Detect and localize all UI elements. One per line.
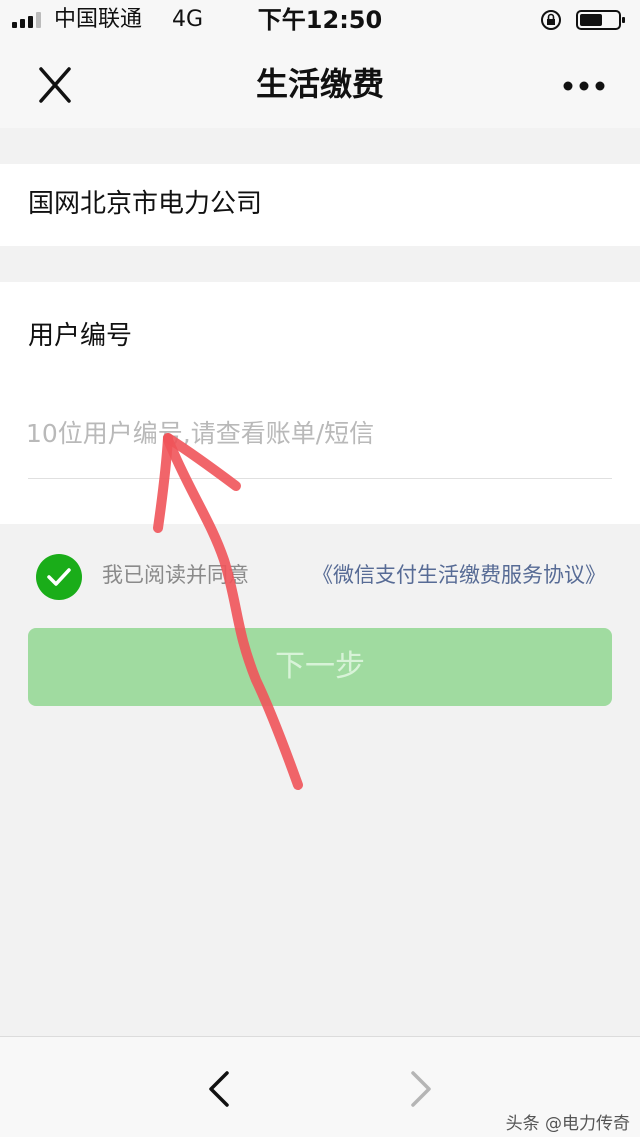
chevron-left-icon[interactable] xyxy=(198,1067,242,1111)
input-divider xyxy=(28,478,612,479)
chevron-right-icon xyxy=(411,1071,431,1107)
checkmark-icon xyxy=(47,568,71,586)
next-step-button[interactable]: 下一步 xyxy=(28,628,612,706)
watermark: 头条 @电力传奇 xyxy=(505,1114,630,1134)
agreement-row: 我已阅读并同意 《微信支付生活缴费服务协议》 xyxy=(36,552,616,600)
status-bar: 中国联通 4G 下午12:50 xyxy=(0,0,640,40)
account-number-input[interactable] xyxy=(26,408,606,458)
agreement-text: 我已阅读并同意 xyxy=(102,563,249,587)
orientation-lock-icon xyxy=(541,10,561,30)
company-name: 国网北京市电力公司 xyxy=(28,189,263,219)
navigation-bar: 生活缴费 xyxy=(0,40,640,128)
battery-icon xyxy=(576,10,625,30)
page-title: 生活缴费 xyxy=(255,65,384,103)
bottom-toolbar: 头条 @电力传奇 xyxy=(0,1036,640,1137)
agreement-link[interactable]: 《微信支付生活缴费服务协议》 xyxy=(312,560,606,590)
company-row[interactable]: 国网北京市电力公司 xyxy=(0,164,640,246)
more-dots-icon[interactable] xyxy=(556,62,612,108)
account-number-label: 用户编号 xyxy=(28,321,133,351)
account-section: 用户编号 xyxy=(0,282,640,524)
agreement-checkbox[interactable] xyxy=(36,554,82,600)
